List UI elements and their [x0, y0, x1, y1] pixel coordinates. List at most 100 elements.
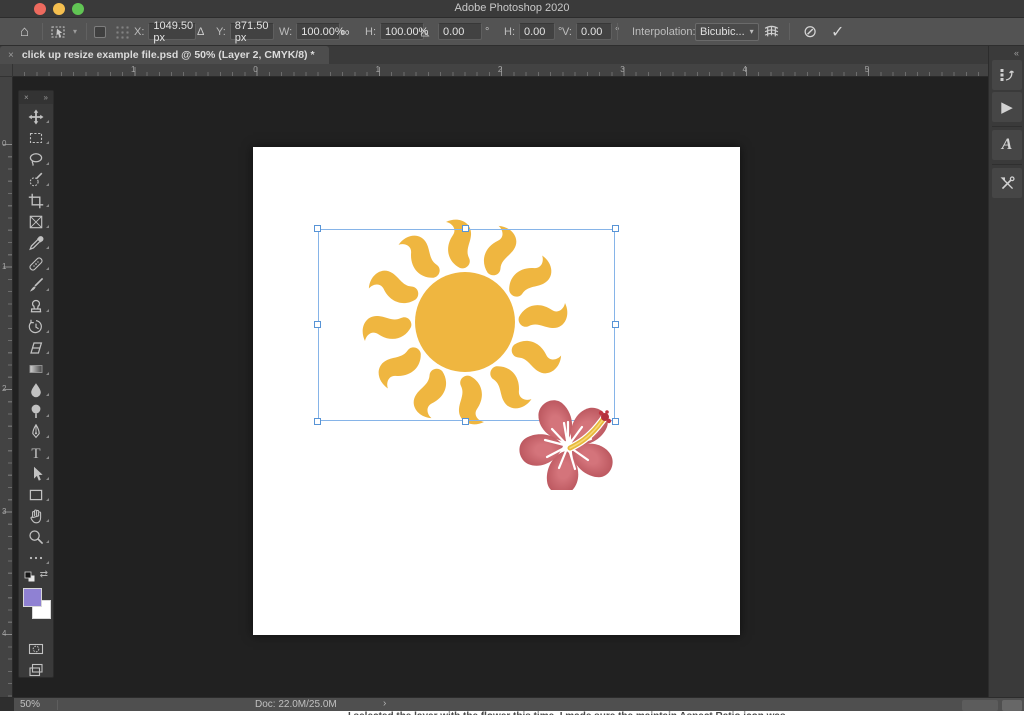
- tool-eyedropper[interactable]: [19, 232, 53, 253]
- interpolation-label: Interpolation:: [632, 25, 696, 38]
- reference-point-grid-icon: [114, 24, 129, 39]
- history-panel-button[interactable]: [992, 60, 1022, 90]
- horizontal-ruler[interactable]: 1 0 1 2 3 4 5: [13, 64, 988, 77]
- cancel-transform-button[interactable]: ⊘: [803, 22, 817, 42]
- maintain-aspect-ratio-icon[interactable]: ∞: [341, 25, 350, 39]
- tool-zoom[interactable]: [19, 526, 53, 547]
- interpolation-dropdown[interactable]: Bicubic... ▾: [695, 22, 759, 41]
- tools-panel: × » T ⇄: [18, 90, 54, 678]
- quick-mask-button[interactable]: [19, 638, 53, 659]
- collapse-dock-icon[interactable]: «: [1014, 48, 1019, 58]
- actions-panel-button[interactable]: ▶: [992, 92, 1022, 122]
- ruler-number: 4: [742, 65, 747, 74]
- h-skew-label: H:: [504, 25, 515, 38]
- warp-mode-icon[interactable]: [763, 18, 780, 45]
- x-position-field[interactable]: 1049.50 px: [148, 20, 197, 44]
- document-tab[interactable]: × click up resize example file.psd @ 50%…: [0, 46, 329, 64]
- separator: [86, 23, 87, 40]
- swap-colors-icon[interactable]: ⇄: [40, 569, 48, 580]
- relative-positioning-icon[interactable]: Δ: [197, 26, 204, 38]
- glyphs-icon: A: [1001, 136, 1013, 153]
- title-bar: Adobe Photoshop 2020: [0, 0, 1024, 18]
- dock-divider: [992, 126, 1022, 127]
- tool-quick-selection[interactable]: [19, 169, 53, 190]
- tool-path-selection[interactable]: [19, 463, 53, 484]
- options-bar: ⌂ ▾ X: 1049.50 px Δ Y: 871.50 px W: 100.…: [0, 18, 1024, 46]
- tool-presets-panel-button[interactable]: [992, 168, 1022, 198]
- vertical-ruler[interactable]: 0 1 2 3 4: [0, 77, 13, 697]
- tool-blur[interactable]: [19, 379, 53, 400]
- foreground-color-swatch[interactable]: [23, 588, 42, 607]
- tools-panel-header: × »: [19, 91, 53, 104]
- tool-frame[interactable]: [19, 211, 53, 232]
- screen-mode-button[interactable]: [19, 659, 53, 680]
- h-skew-field[interactable]: 0.00: [519, 23, 555, 40]
- tool-edit-toolbar[interactable]: [19, 547, 53, 568]
- height-field[interactable]: 100.00%: [380, 23, 428, 40]
- glyphs-panel-button[interactable]: A: [992, 130, 1022, 160]
- ruler-number: 3: [620, 65, 625, 74]
- tool-spot-healing[interactable]: [19, 253, 53, 274]
- scrollbar-fragment: [1002, 700, 1022, 711]
- transform-tool-icon: [50, 18, 68, 45]
- tool-pen[interactable]: [19, 421, 53, 442]
- status-corner: [0, 698, 14, 712]
- rotate-angle-icon: ◺: [421, 26, 430, 38]
- y-position-field[interactable]: 871.50 px: [229, 20, 274, 44]
- ruler-number: 3: [2, 506, 7, 516]
- flower-layer-artwork[interactable]: [518, 398, 618, 490]
- document-sizes: Doc: 22.0M/25.0M: [255, 699, 337, 710]
- separator: [617, 23, 618, 40]
- clipped-page-text: I selected the layer with the flower thi…: [0, 711, 1024, 715]
- rotation-field[interactable]: 0.00: [438, 23, 482, 40]
- svg-text:T: T: [31, 446, 40, 461]
- reference-point-checkbox[interactable]: [94, 25, 106, 38]
- document-tab-bar: × click up resize example file.psd @ 50%…: [0, 46, 988, 64]
- tool-lasso[interactable]: [19, 148, 53, 169]
- tool-history-brush[interactable]: [19, 316, 53, 337]
- close-tab-icon[interactable]: ×: [8, 50, 14, 61]
- tool-brush[interactable]: [19, 274, 53, 295]
- photoshop-window: Adobe Photoshop 2020 ⌂ ▾ X: 1049.50 px Δ…: [0, 0, 1024, 715]
- dock-divider: [992, 164, 1022, 165]
- v-skew-label: V:: [562, 25, 572, 38]
- tool-gradient[interactable]: [19, 358, 53, 379]
- transform-bounding-box[interactable]: [318, 229, 615, 421]
- tool-dodge[interactable]: [19, 400, 53, 421]
- ruler-number: 0: [253, 65, 258, 74]
- separator: [789, 23, 790, 40]
- width-field[interactable]: 100.00%: [296, 23, 345, 40]
- close-panel-icon[interactable]: ×: [24, 93, 29, 102]
- play-icon: ▶: [1001, 99, 1013, 116]
- separator: [57, 700, 58, 710]
- scrollbar-fragment: [962, 700, 998, 711]
- expand-panel-icon[interactable]: »: [44, 93, 48, 102]
- separator: [42, 23, 43, 40]
- ruler-number: 0: [2, 139, 7, 148]
- tool-move[interactable]: [19, 106, 53, 127]
- tool-rectangle[interactable]: [19, 484, 53, 505]
- status-bar: 50% Doc: 22.0M/25.0M ›: [0, 697, 1024, 712]
- swatch-controls: ⇄: [19, 568, 53, 586]
- commit-transform-button[interactable]: ✓: [831, 22, 844, 42]
- y-label: Y:: [216, 25, 226, 38]
- chevron-down-icon[interactable]: ▾: [73, 27, 77, 36]
- tool-clone-stamp[interactable]: [19, 295, 53, 316]
- home-icon[interactable]: ⌂: [20, 23, 29, 40]
- degree-sign: °: [485, 25, 490, 38]
- document-tab-title: click up resize example file.psd @ 50% (…: [21, 49, 315, 61]
- tool-crop[interactable]: [19, 190, 53, 211]
- ruler-number: 1: [375, 65, 381, 74]
- zoom-level-field[interactable]: 50%: [20, 699, 40, 710]
- tool-marquee[interactable]: [19, 127, 53, 148]
- tools-list: T: [19, 104, 53, 568]
- width-label: W:: [279, 25, 293, 38]
- tool-type[interactable]: T: [19, 442, 53, 463]
- status-menu-chevron-icon[interactable]: ›: [383, 698, 386, 709]
- tool-hand[interactable]: [19, 505, 53, 526]
- chevron-down-icon: ▾: [749, 27, 754, 36]
- tool-eraser[interactable]: [19, 337, 53, 358]
- ruler-number: 1: [131, 65, 136, 74]
- ruler-number: 1: [2, 261, 7, 271]
- v-skew-field[interactable]: 0.00: [576, 23, 612, 40]
